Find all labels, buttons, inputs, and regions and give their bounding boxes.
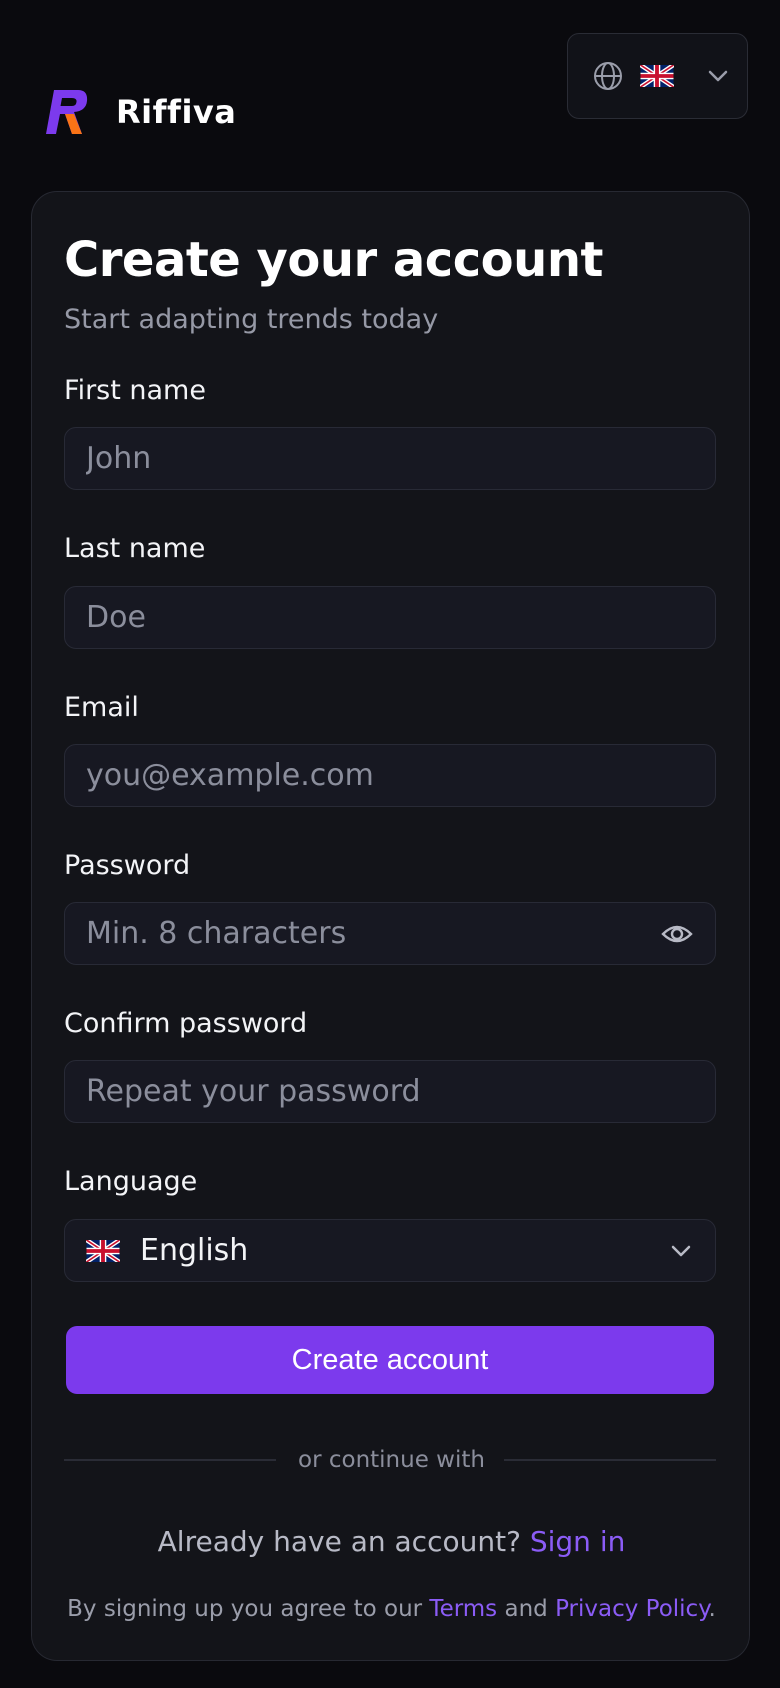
globe-icon xyxy=(594,62,622,90)
privacy-link[interactable]: Privacy Policy xyxy=(555,1596,708,1622)
chevron-down-icon xyxy=(708,70,728,82)
chevron-down-icon xyxy=(671,1245,691,1257)
confirm-password-input[interactable] xyxy=(86,1074,715,1109)
page-title: Create your account xyxy=(64,232,603,288)
email-label: Email xyxy=(64,692,139,723)
legal-suffix: . xyxy=(708,1596,716,1622)
language-switcher[interactable] xyxy=(567,33,748,119)
last-name-label: Last name xyxy=(64,533,206,564)
create-account-button[interactable]: Create account xyxy=(66,1326,714,1394)
first-name-label: First name xyxy=(64,375,206,406)
brand-logo[interactable]: Riffiva xyxy=(44,88,236,136)
confirm-password-field[interactable] xyxy=(64,1060,716,1123)
password-input[interactable] xyxy=(86,916,715,951)
signup-card: Create your account Start adapting trend… xyxy=(31,191,750,1661)
last-name-input[interactable] xyxy=(86,600,715,635)
first-name-input[interactable] xyxy=(86,441,715,476)
uk-flag-icon xyxy=(86,1239,120,1262)
legal-prefix: By signing up you agree to our xyxy=(67,1596,423,1622)
uk-flag-icon xyxy=(640,65,674,87)
language-select-value: English xyxy=(140,1233,249,1268)
brand-name: Riffiva xyxy=(116,93,237,131)
email-input[interactable] xyxy=(86,758,715,793)
signin-row: Already have an account? Sign in xyxy=(32,1525,751,1558)
logo-mark-icon xyxy=(46,90,88,134)
email-field[interactable] xyxy=(64,744,716,807)
first-name-field[interactable] xyxy=(64,427,716,490)
legal-text: By signing up you agree to our Terms and… xyxy=(32,1596,751,1622)
terms-link[interactable]: Terms xyxy=(429,1596,497,1622)
page-subtitle: Start adapting trends today xyxy=(64,304,439,335)
password-label: Password xyxy=(64,850,191,881)
language-select[interactable]: English xyxy=(64,1219,716,1282)
confirm-password-label: Confirm password xyxy=(64,1008,308,1039)
signin-link[interactable]: Sign in xyxy=(530,1525,626,1558)
last-name-field[interactable] xyxy=(64,586,716,649)
divider-right xyxy=(504,1459,716,1461)
legal-and: and xyxy=(504,1596,548,1622)
eye-icon[interactable] xyxy=(661,920,693,948)
password-field[interactable] xyxy=(64,902,716,965)
language-label: Language xyxy=(64,1166,198,1197)
signin-prompt: Already have an account? xyxy=(157,1525,521,1558)
